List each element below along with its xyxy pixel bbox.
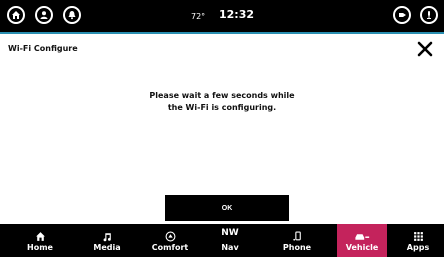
nav-label: Vehicle <box>345 243 379 252</box>
voice-mic-icon[interactable] <box>420 6 438 24</box>
nav-item-phone[interactable]: Phone <box>275 224 319 257</box>
status-message: Please wait a few seconds while the Wi-F… <box>0 90 444 114</box>
bottom-nav: Home Media Comfort NW Nav Phone Vehicle … <box>0 224 444 257</box>
clock: 12:32 <box>219 8 255 21</box>
nav-item-home[interactable]: Home <box>18 224 62 257</box>
media-source-icon[interactable] <box>393 6 411 24</box>
nav-item-apps[interactable]: Apps <box>396 224 440 257</box>
user-icon[interactable] <box>35 6 53 24</box>
nav-label: Apps <box>406 243 430 252</box>
close-button[interactable] <box>416 40 434 58</box>
compass-nw-icon: NW <box>221 228 239 238</box>
home-status-icon[interactable] <box>7 6 25 24</box>
nav-label: Comfort <box>151 243 189 252</box>
nav-item-vehicle[interactable]: Vehicle <box>337 224 387 257</box>
music-note-icon <box>103 233 111 242</box>
status-bar: 72° 12:32 <box>0 0 444 32</box>
home-icon <box>35 232 45 241</box>
nav-label: Nav <box>221 243 239 252</box>
grid-icon <box>413 232 423 241</box>
nav-label: Home <box>27 243 53 252</box>
nav-label: Phone <box>282 243 312 252</box>
phone-icon <box>292 231 301 241</box>
message-line-1: Please wait a few seconds while <box>149 91 295 100</box>
climate-icon <box>165 231 175 242</box>
car-icon <box>355 234 370 240</box>
message-line-2: the Wi-Fi is configuring. <box>167 103 277 112</box>
ok-button[interactable]: OK <box>165 195 289 221</box>
bell-icon[interactable] <box>63 6 81 24</box>
nav-item-nav[interactable]: NW Nav <box>210 224 250 257</box>
nav-item-comfort[interactable]: Comfort <box>145 224 195 257</box>
nav-label: Media <box>93 243 121 252</box>
nav-item-media[interactable]: Media <box>85 224 129 257</box>
page-title: Wi-Fi Configure <box>8 44 78 53</box>
close-icon <box>417 41 433 57</box>
wifi-configure-panel: Wi-Fi Configure Please wait a few second… <box>0 32 444 224</box>
temperature-readout: 72° <box>191 12 206 21</box>
